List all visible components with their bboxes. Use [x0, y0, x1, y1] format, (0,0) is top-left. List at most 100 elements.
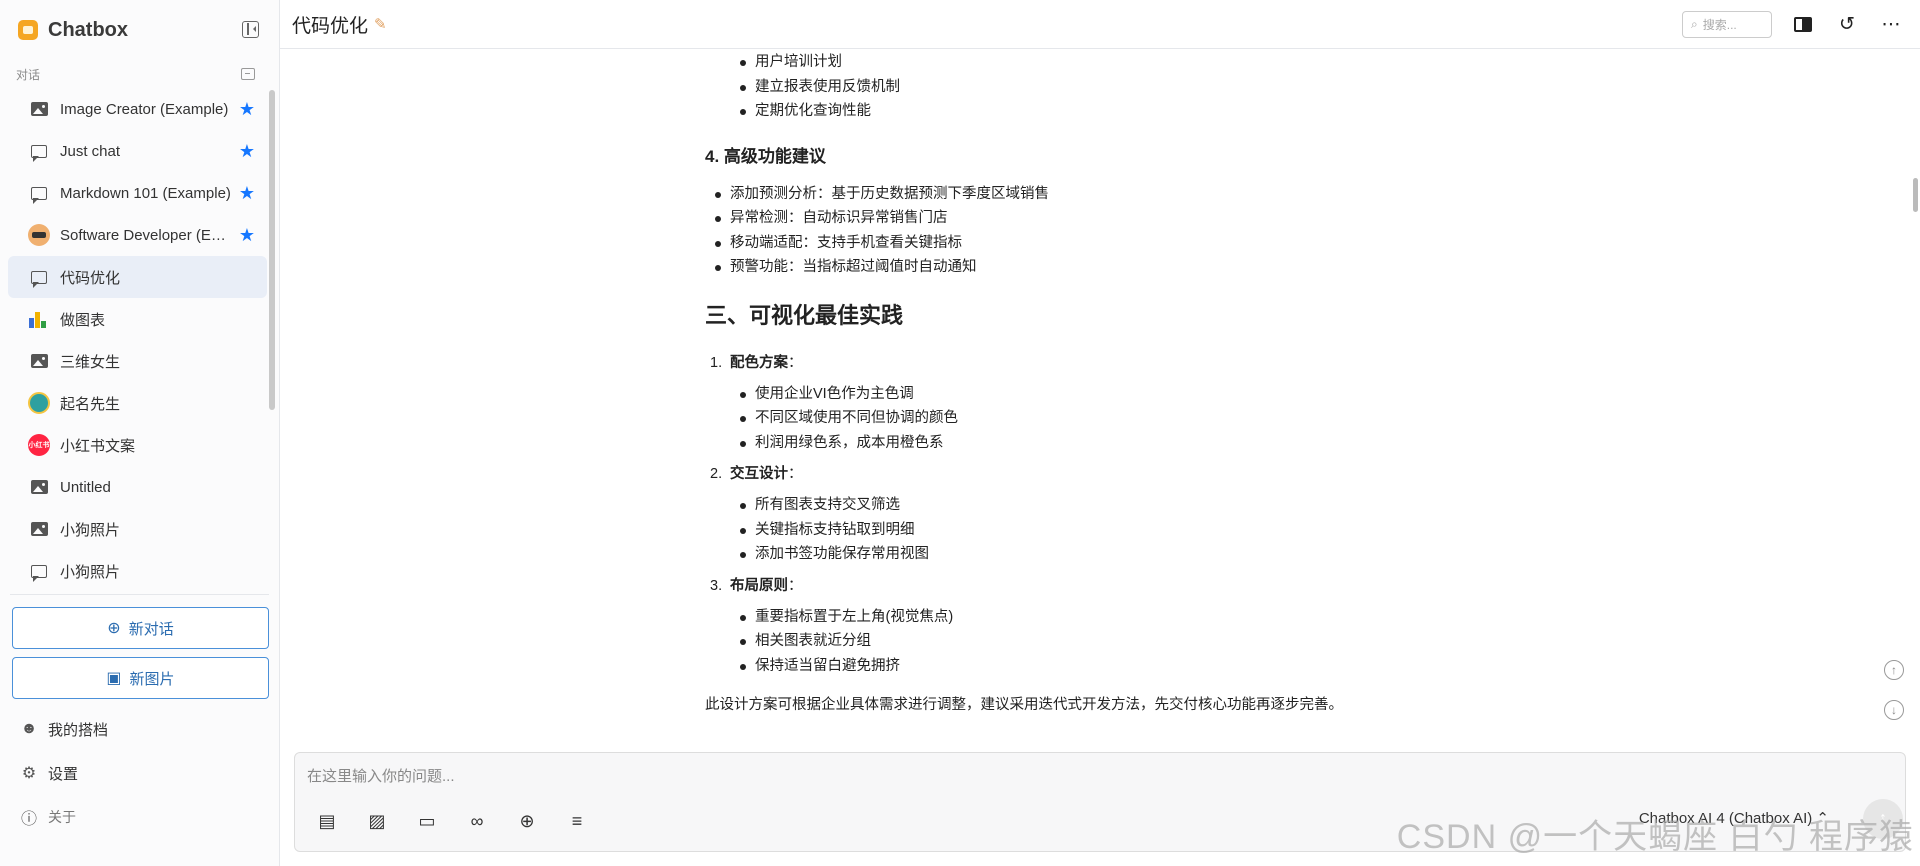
attach-file-icon[interactable]: ▤: [313, 807, 341, 835]
conversation-label: 做图表: [60, 311, 106, 329]
settings-link[interactable]: ⚙ 设置: [0, 751, 279, 795]
avatar-icon: [28, 224, 50, 246]
section-label: 对话: [16, 67, 41, 82]
history-button[interactable]: ↺: [1834, 12, 1860, 38]
sidebar-conversation-item[interactable]: 做图表: [8, 298, 267, 340]
app-root: Chatbox 对话 Image Creator (Example) ★ Just …: [0, 0, 1920, 866]
message-area: 用户培训计划 建立报表使用反馈机制 定期优化查询性能 4. 高级功能建议 添加预测分析：…: [280, 50, 1920, 740]
sidebar-conversation-item[interactable]: Just chat ★: [8, 130, 267, 172]
collapse-sidebar-icon[interactable]: [242, 21, 259, 38]
conversation-label: 起名先生: [60, 395, 121, 413]
star-icon[interactable]: ★: [239, 225, 255, 246]
image-icon: [30, 522, 48, 536]
ordered-number: 2.: [710, 466, 723, 482]
star-icon[interactable]: ★: [239, 99, 255, 120]
plus-circle-icon: ⊕: [107, 620, 121, 637]
sidebar-conversation-item[interactable]: 小狗照片: [8, 508, 267, 550]
bullet-item: 所有图表支持交叉筛选: [705, 493, 1505, 518]
info-icon: ⓘ: [20, 811, 37, 828]
star-icon[interactable]: ★: [239, 183, 255, 204]
add-image-icon: ▣: [106, 670, 122, 687]
attach-image-icon[interactable]: ▨: [363, 807, 391, 835]
ordered-colon: ：: [788, 466, 803, 482]
ordered-item: 1. 配色方案：: [705, 344, 1505, 382]
conversation-list: Image Creator (Example) ★ Just chat ★ Markdo…: [0, 88, 279, 618]
sidebar-conversation-item[interactable]: 小狗照片: [8, 550, 267, 592]
sidebar-divider: [10, 594, 269, 595]
watermark: CSDN @一个天蝎座 白勺 程序猿: [1396, 818, 1914, 856]
folder-icon[interactable]: ▭: [413, 807, 441, 835]
section-heading-large: 三、可视化最佳实践: [705, 302, 904, 328]
ordered-item: 2. 交互设计：: [705, 455, 1505, 493]
conversations-section-header: 对话: [0, 60, 279, 88]
new-image-label: 新图片: [129, 670, 175, 688]
web-browsing-icon[interactable]: ⊕: [513, 807, 541, 835]
robot-icon: ☻: [20, 720, 38, 737]
conversation-label: Just chat: [60, 142, 121, 160]
about-link[interactable]: ⓘ 关于: [0, 795, 279, 839]
bullet-item: 定期优化查询性能: [705, 99, 1505, 124]
settings-sliders-icon[interactable]: ≡: [563, 807, 591, 835]
sidebar-conversation-item[interactable]: 小红书 小红书文案: [8, 424, 267, 466]
message-scrollbar[interactable]: [1913, 178, 1918, 212]
my-copilots-link[interactable]: ☻ 我的搭档: [0, 707, 279, 751]
chart-bar-glyph: [29, 318, 34, 328]
message-input[interactable]: [307, 765, 1893, 787]
conversation-label: 三维女生: [60, 353, 121, 371]
ordered-title: 交互设计: [730, 466, 788, 482]
chart-icon: [28, 308, 50, 330]
scroll-to-bottom-icon[interactable]: ↓: [1884, 700, 1904, 720]
more-horizontal-icon: ⋯: [1881, 14, 1901, 35]
sidebar-scrollbar[interactable]: [269, 90, 275, 410]
brand: Chatbox: [0, 0, 279, 60]
ordered-title: 布局原则: [730, 577, 788, 594]
bullet-item: 相关图表就近分组: [705, 629, 1505, 654]
conversation-label: Untitled: [60, 478, 111, 496]
sidebar-conversation-item[interactable]: Image Creator (Example) ★: [8, 88, 267, 130]
sidebar-actions: ⊕ 新对话 ▣ 新图片 ☻ 我的搭档 ⚙ 设置 ⓘ 关于: [0, 594, 279, 839]
chart-bar-glyph: [41, 321, 46, 328]
assistant-message: 用户培训计划 建立报表使用反馈机制 定期优化查询性能 4. 高级功能建议 添加预测分析：…: [705, 50, 1505, 718]
image-icon: [28, 350, 50, 372]
sidebar-conversation-item[interactable]: 三维女生: [8, 340, 267, 382]
new-chat-button[interactable]: ⊕ 新对话: [12, 607, 269, 649]
section-heading: 4. 高级功能建议: [705, 146, 826, 166]
chat-bubble-icon: [31, 564, 47, 582]
split-view-icon: [1794, 17, 1812, 32]
image-icon: [30, 354, 48, 368]
sidebar-conversation-item[interactable]: 代码优化: [8, 256, 267, 298]
my-copilots-label: 我的搭档: [48, 721, 109, 739]
conversation-label: Software Developer (Example): [60, 226, 233, 244]
bullet-item: 不同区域使用不同但协调的颜色: [705, 406, 1505, 431]
new-image-button[interactable]: ▣ 新图片: [12, 657, 269, 699]
toggle-panel-button[interactable]: [1790, 12, 1816, 38]
chat-bubble-icon: [31, 186, 47, 204]
sidebar-conversation-item[interactable]: Software Developer (Example) ★: [8, 214, 267, 256]
more-button[interactable]: ⋯: [1878, 12, 1904, 38]
composer-tools: ▤ ▨ ▭ ∞ ⊕ ≡: [313, 807, 591, 835]
star-icon[interactable]: ★: [239, 141, 255, 162]
bullet-item: 添加预测分析：基于历史数据预测下季度区域销售: [705, 182, 1505, 207]
avatar-icon: [28, 392, 50, 414]
new-chat-label: 新对话: [128, 620, 174, 638]
scroll-to-top-icon[interactable]: ↑: [1884, 660, 1904, 680]
sidebar-conversation-item[interactable]: 起名先生: [8, 382, 267, 424]
sidebar-conversation-item[interactable]: Markdown 101 (Example) ★: [8, 172, 267, 214]
bullet-item: 异常检测：自动标识异常销售门店: [705, 206, 1505, 231]
ordered-number: 1.: [710, 354, 723, 371]
archive-icon[interactable]: [241, 68, 255, 80]
sidebar-conversation-item[interactable]: Untitled: [8, 466, 267, 508]
chatbox-logo-icon: [18, 20, 38, 40]
search-placeholder: 搜索...: [1702, 18, 1737, 32]
conversation-label: 代码优化: [60, 269, 121, 287]
search-box[interactable]: ⌕ 搜索...: [1682, 11, 1772, 38]
edit-title-icon[interactable]: ✎: [374, 15, 387, 33]
top-actions: ⌕ 搜索... ↺ ⋯: [1682, 11, 1904, 38]
conversation-label: 小红书文案: [60, 437, 136, 455]
xiaohongshu-logo-icon: 小红书: [28, 434, 50, 456]
xiaohongshu-icon: 小红书: [28, 434, 50, 456]
chat-title: 代码优化: [292, 15, 369, 37]
link-icon[interactable]: ∞: [463, 807, 491, 835]
chat-icon: [28, 182, 50, 204]
conversation-label: 小狗照片: [60, 521, 121, 539]
